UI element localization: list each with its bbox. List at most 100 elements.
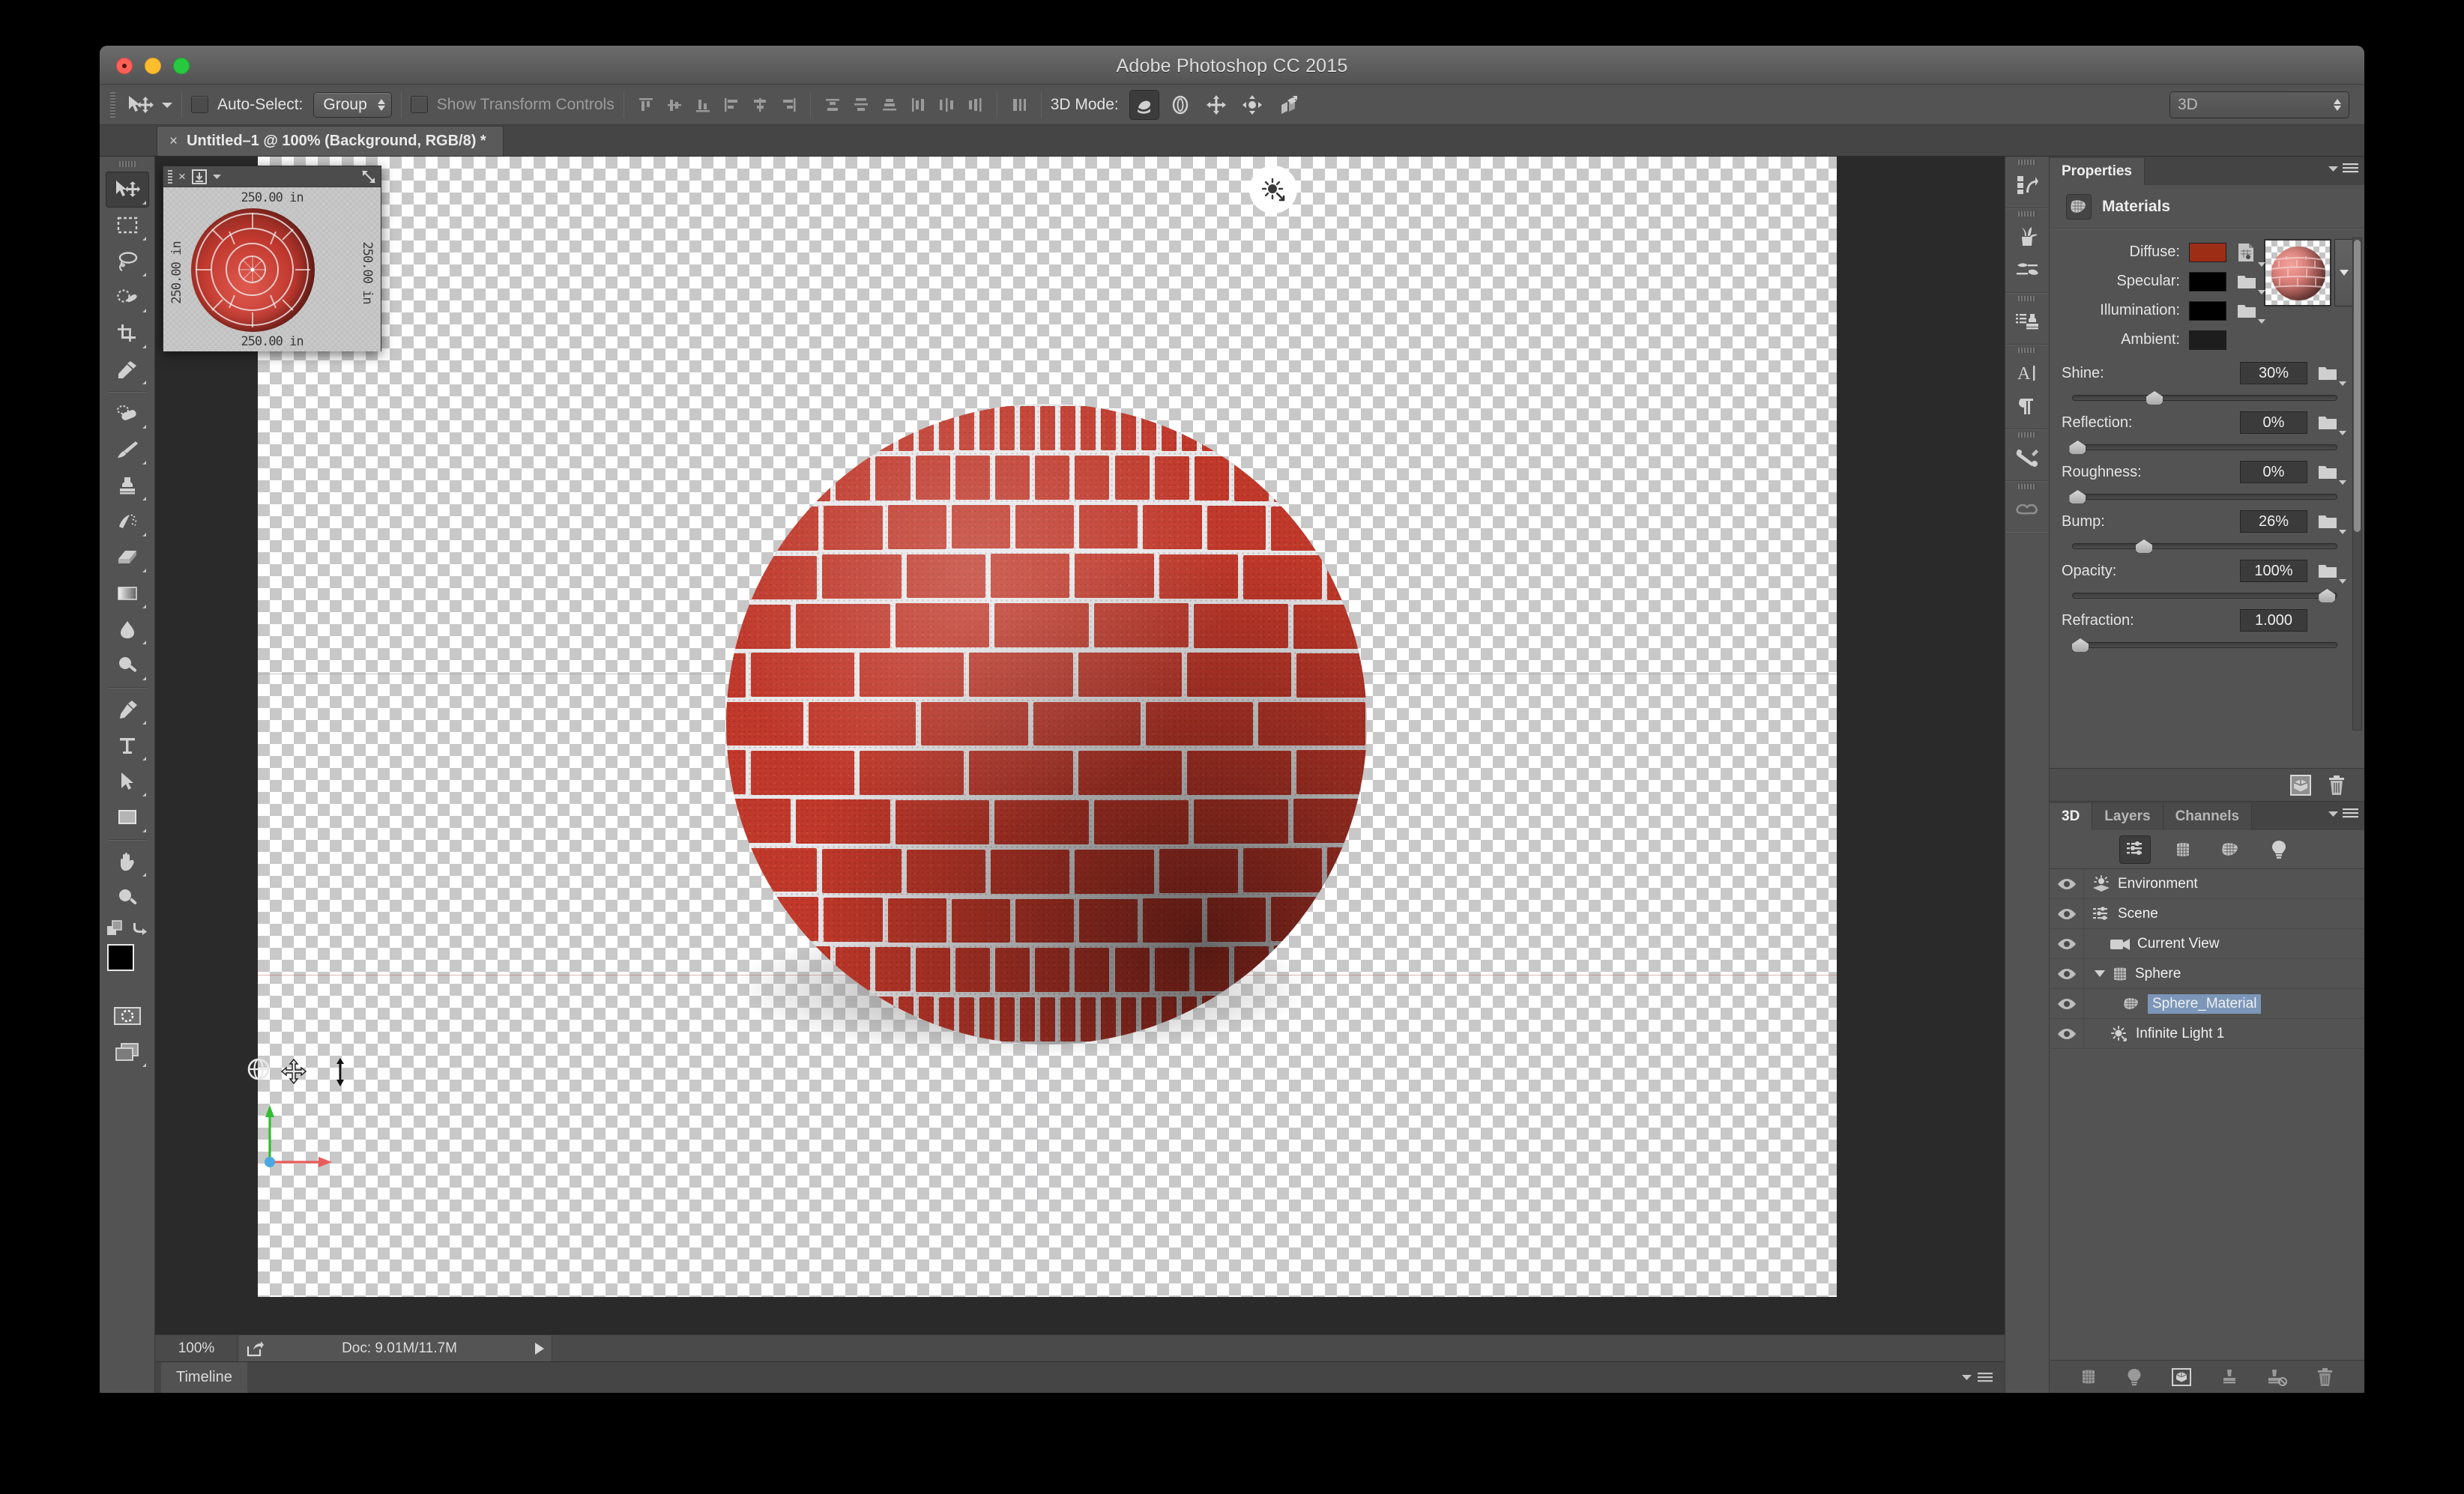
quick-selection-tool[interactable] <box>106 279 149 315</box>
tool-preset-chevron-icon[interactable] <box>162 101 172 109</box>
creative-cloud-libraries-icon[interactable] <box>2009 493 2045 526</box>
document-canvas[interactable] <box>258 157 1837 1297</box>
canvas-area[interactable]: × 250.00 in 250.00 in 250.00 in 250.00 i… <box>155 157 2005 1393</box>
move-tool[interactable] <box>105 172 149 208</box>
history-brush-tool[interactable] <box>106 503 149 539</box>
align-top-edges-icon[interactable] <box>633 92 659 118</box>
auto-select-scope-dropdown[interactable]: Group <box>313 91 392 118</box>
reflection-value-field[interactable]: 0% <box>2240 411 2307 434</box>
auto-distribute-spacing-icon[interactable] <box>1006 92 1032 118</box>
panel-menu-icon[interactable] <box>2328 808 2358 820</box>
visibility-toggle-icon[interactable] <box>2050 869 2084 898</box>
timeline-panel-menu[interactable] <box>1962 1372 1993 1384</box>
align-right-edges-icon[interactable] <box>776 92 801 118</box>
horizontal-type-tool[interactable] <box>106 728 149 763</box>
workspace-switcher[interactable]: 3D <box>2169 91 2349 118</box>
refraction-value-field[interactable]: 1.000 <box>2240 609 2307 632</box>
lasso-tool[interactable] <box>106 244 149 279</box>
panel-grip-icon[interactable] <box>168 169 172 184</box>
drag-3d-icon[interactable] <box>1201 90 1231 120</box>
secondary-view-export-icon[interactable] <box>191 169 207 184</box>
visibility-toggle-icon[interactable] <box>2050 1019 2084 1048</box>
distribute-bottom-edges-icon[interactable] <box>877 92 902 118</box>
path-selection-tool[interactable] <box>106 763 149 799</box>
texture-map-icon[interactable] <box>2237 243 2265 267</box>
dock-grip[interactable] <box>2018 160 2036 165</box>
refraction-slider[interactable] <box>2072 638 2337 652</box>
pan-camera-icon[interactable] <box>281 1059 307 1084</box>
rectangle-tool[interactable] <box>106 799 149 835</box>
gradient-tool[interactable] <box>106 575 149 611</box>
align-bottom-edges-icon[interactable] <box>690 92 716 118</box>
tree-row-sphere-material[interactable]: Sphere_Material <box>2050 989 2364 1019</box>
auto-select-checkbox[interactable] <box>191 96 208 113</box>
move-tool-icon[interactable] <box>127 94 154 115</box>
dodge-tool[interactable] <box>106 647 149 683</box>
distribute-horizontal-centers-icon[interactable] <box>934 92 959 118</box>
dock-grip[interactable] <box>2018 432 2036 438</box>
visibility-toggle-icon[interactable] <box>2050 899 2084 928</box>
distribute-top-edges-icon[interactable] <box>820 92 845 118</box>
slide-3d-icon[interactable] <box>1237 90 1267 120</box>
folder-icon[interactable] <box>2237 303 2265 324</box>
folder-icon[interactable] <box>2318 513 2346 534</box>
delete-icon[interactable] <box>2316 1367 2334 1387</box>
bump-value-field[interactable]: 26% <box>2240 510 2307 533</box>
folder-icon[interactable] <box>2237 273 2265 294</box>
shine-slider[interactable] <box>2072 391 2337 405</box>
eyedropper-tool[interactable] <box>106 351 149 387</box>
quick-mask-mode-icon[interactable] <box>106 998 149 1034</box>
distribute-left-edges-icon[interactable] <box>905 92 931 118</box>
rotate-3d-icon[interactable] <box>1129 89 1159 120</box>
rectangular-marquee-tool[interactable] <box>106 208 149 244</box>
zoom-tool[interactable] <box>106 880 149 916</box>
secondary-view-render-icon[interactable] <box>361 169 376 184</box>
brush-tool[interactable] <box>106 432 149 468</box>
blur-tool[interactable] <box>106 611 149 647</box>
properties-scrollbar-thumb[interactable] <box>2354 240 2361 532</box>
visibility-toggle-icon[interactable] <box>2050 929 2084 958</box>
distribute-right-edges-icon[interactable] <box>962 92 988 118</box>
visibility-toggle-icon[interactable] <box>2050 989 2084 1018</box>
roughness-value-field[interactable]: 0% <box>2240 461 2307 483</box>
close-icon[interactable]: × <box>178 169 186 184</box>
character-panel-icon[interactable]: A <box>2009 357 2045 390</box>
dock-grip[interactable] <box>2018 296 2036 301</box>
filter-materials-icon[interactable] <box>2215 835 2247 864</box>
filter-all-icon[interactable] <box>2119 835 2151 864</box>
sphere-3d-object[interactable] <box>726 404 1367 1044</box>
zoom-level-field[interactable]: 100% <box>155 1340 238 1357</box>
tab-3d[interactable]: 3D <box>2050 803 2093 830</box>
clone-source-panel-icon[interactable] <box>2009 305 2045 338</box>
visibility-toggle-icon[interactable] <box>2050 959 2084 988</box>
expand-arrow-icon[interactable] <box>535 1342 544 1355</box>
swap-colors-icon[interactable] <box>131 921 148 936</box>
shine-value-field[interactable]: 30% <box>2240 362 2307 384</box>
opacity-value-field[interactable]: 100% <box>2240 560 2307 582</box>
filter-off-icon[interactable] <box>2267 1367 2288 1387</box>
tree-row-infinite-light[interactable]: Infinite Light 1 <box>2050 1019 2364 1049</box>
hand-tool[interactable] <box>106 844 149 880</box>
tree-row-current-view[interactable]: Current View <box>2050 929 2364 959</box>
delete-icon[interactable] <box>2327 775 2346 796</box>
document-info-area[interactable]: Doc: 9.01M/11.7M <box>238 1335 552 1361</box>
options-bar-grip[interactable] <box>110 91 115 118</box>
tab-channels[interactable]: Channels <box>2163 803 2253 830</box>
ambient-color-swatch[interactable] <box>2189 330 2226 350</box>
opacity-slider[interactable] <box>2072 589 2337 602</box>
tree-row-sphere[interactable]: Sphere <box>2050 959 2364 989</box>
folder-icon[interactable] <box>2318 464 2346 485</box>
screen-mode-icon[interactable] <box>106 1034 149 1070</box>
tools-panel-grip[interactable] <box>118 161 136 167</box>
illumination-color-swatch[interactable] <box>2189 300 2226 321</box>
tab-timeline[interactable]: Timeline <box>161 1361 247 1393</box>
spot-healing-brush-tool[interactable] <box>106 396 149 432</box>
align-vertical-centers-icon[interactable] <box>662 92 687 118</box>
history-panel-icon[interactable] <box>2009 169 2045 202</box>
clone-stamp-tool[interactable] <box>106 468 149 503</box>
show-transform-controls-checkbox[interactable] <box>410 96 428 113</box>
orbit-camera-icon[interactable] <box>245 1056 272 1083</box>
tab-properties[interactable]: Properties <box>2050 158 2145 185</box>
properties-scrollbar-track[interactable] <box>2352 238 2362 731</box>
scale-3d-icon[interactable] <box>1273 90 1303 120</box>
